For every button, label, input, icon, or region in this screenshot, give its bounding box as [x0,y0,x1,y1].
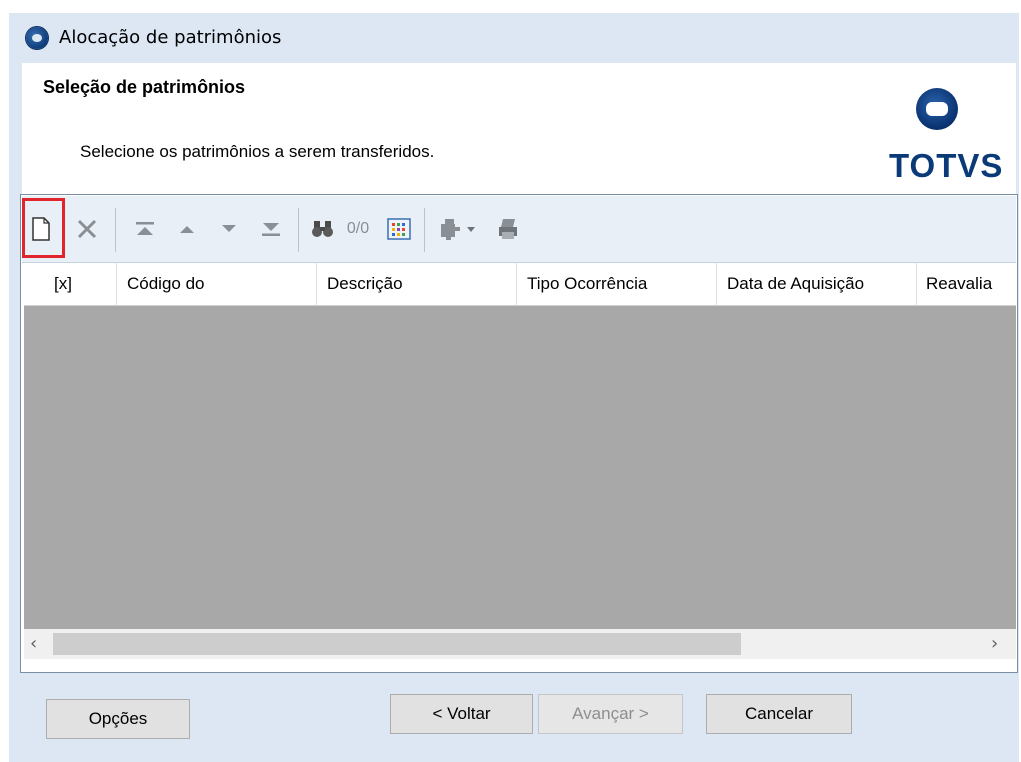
toolbar-separator [115,208,116,252]
totvs-logo-icon [916,88,958,130]
scroll-right-icon[interactable]: › [991,633,998,654]
new-button-highlight [22,198,65,258]
previous-record-icon [180,226,194,233]
find-button[interactable] [308,196,338,262]
horizontal-scrollbar[interactable]: ‹ › [24,629,1016,659]
scroll-left-icon[interactable]: ‹ [30,633,37,654]
toolbar-separator [298,208,299,252]
next-record-icon [222,225,236,232]
toolbar-separator [424,208,425,252]
grid-toolbar: 0/0 [22,196,1016,263]
last-record-button[interactable] [256,196,286,262]
grid-settings-icon [387,218,411,240]
app-logo-icon [26,27,48,49]
title-bar: Alocação de patrimônios [9,13,1019,63]
column-descricao[interactable]: Descrição [317,263,517,305]
back-button[interactable]: < Voltar [390,694,533,734]
wizard-window: Alocação de patrimônios Seleção de patri… [9,13,1019,762]
wizard-header: Seleção de patrimônios Selecione os patr… [22,63,1016,194]
delete-button[interactable] [72,196,102,262]
assets-grid: 0/0 [x] Código do Descrição Tipo Ocorrên… [20,194,1018,673]
column-reavaliacao[interactable]: Reavalia [917,263,1016,305]
next-record-button[interactable] [214,196,244,262]
first-record-button[interactable] [130,196,160,262]
process-dropdown-button[interactable] [434,196,486,262]
cancel-button[interactable]: Cancelar [706,694,852,734]
last-record-icon [262,223,280,236]
first-record-icon [136,222,154,235]
column-select-all[interactable]: [x] [24,263,117,305]
record-counter: 0/0 [346,220,370,237]
totvs-logo-text: TOTVS [889,147,1004,184]
find-icon [312,221,333,237]
previous-record-button[interactable] [172,196,202,262]
column-tipo-ocorrencia[interactable]: Tipo Ocorrência [517,263,717,305]
delete-icon [77,219,97,239]
print-icon [499,219,517,239]
grid-empty-area[interactable] [24,306,1016,630]
column-data-aquisicao[interactable]: Data de Aquisição [717,263,917,305]
process-dropdown-icon [441,219,475,240]
grid-column-headers: [x] Código do Descrição Tipo Ocorrência … [24,263,1016,306]
next-button[interactable]: Avançar > [538,694,683,734]
scrollbar-thumb[interactable] [53,633,741,655]
window-title: Alocação de patrimônios [59,27,282,48]
options-button[interactable]: Opções [46,699,190,739]
step-description: Selecione os patrimônios a serem transfe… [80,142,435,161]
step-title: Seleção de patrimônios [43,77,246,97]
print-button[interactable] [492,196,524,262]
column-codigo[interactable]: Código do [117,263,317,305]
grid-settings-button[interactable] [382,196,416,262]
